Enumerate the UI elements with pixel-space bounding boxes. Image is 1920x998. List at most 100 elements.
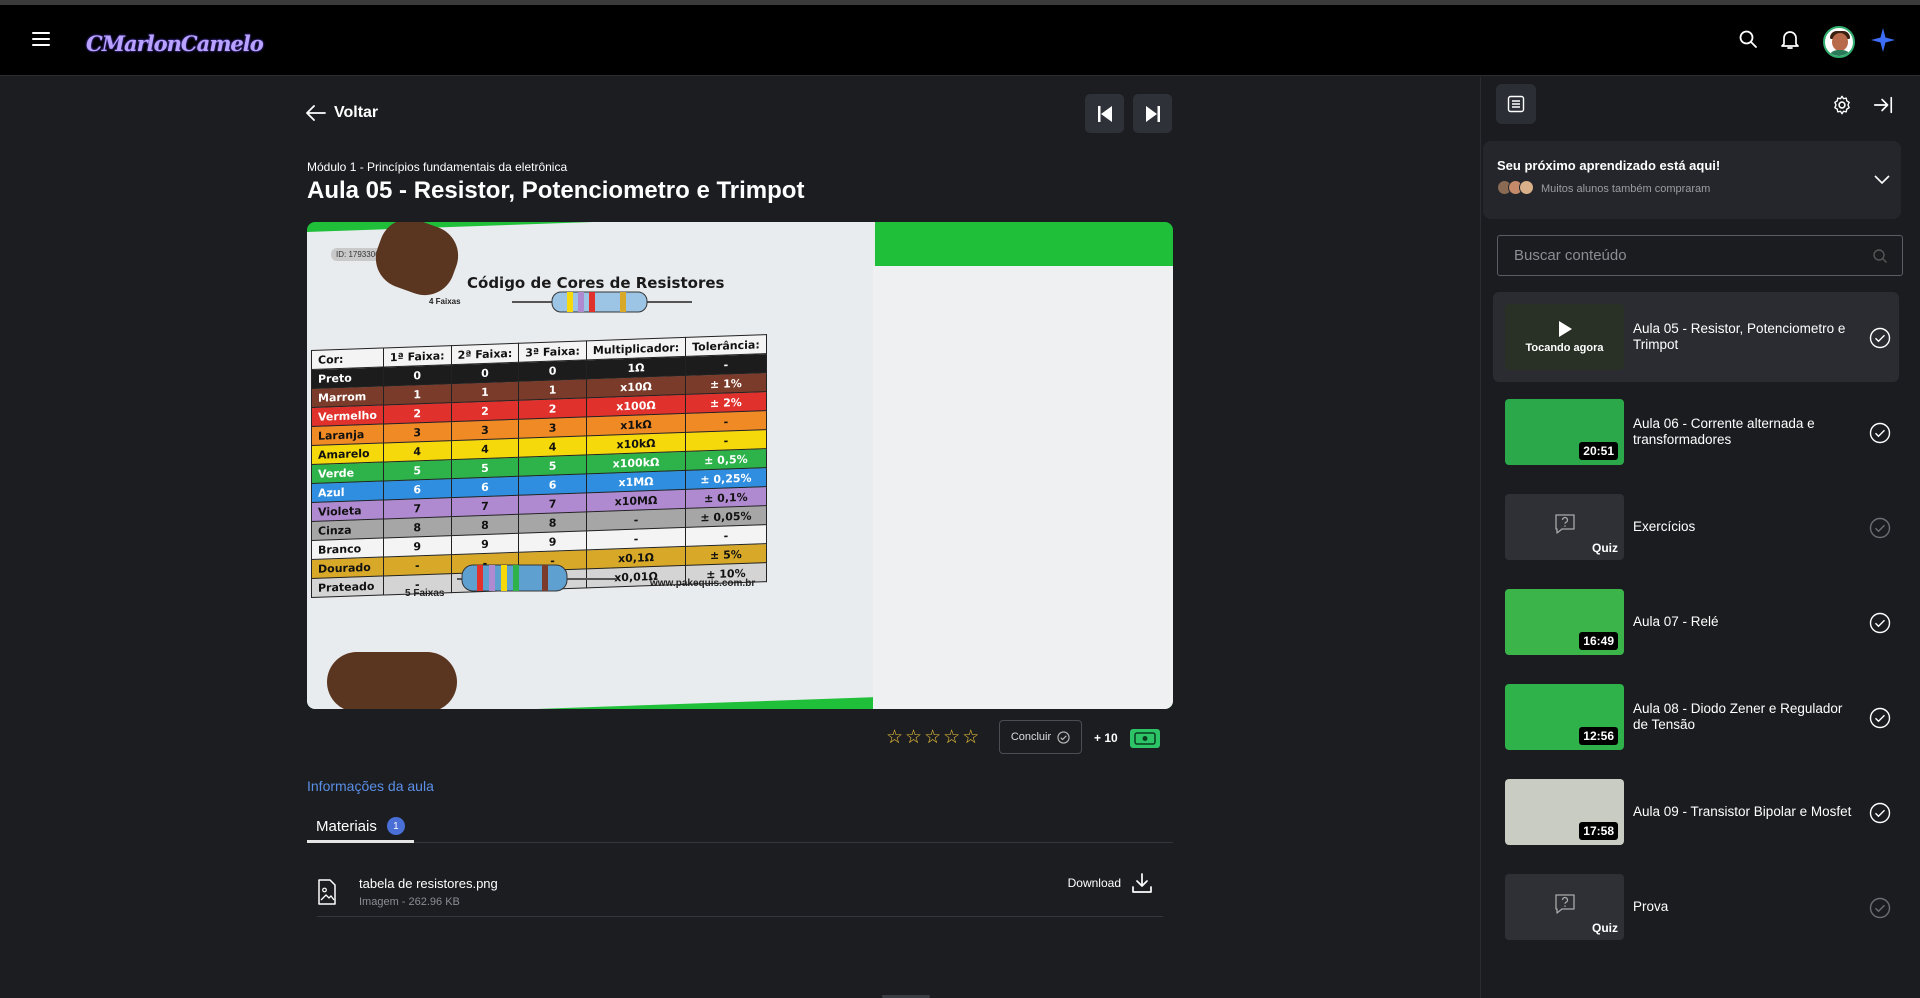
duration-badge: 16:49	[1579, 632, 1618, 650]
table-cell: 3	[383, 421, 452, 443]
resistor-color-table: Cor: 1ª Faixa: 2ª Faixa: 3ª Faixa: Multiplic…	[311, 334, 767, 598]
lesson-info-link[interactable]: Informações da aula	[307, 778, 434, 794]
video-site-label: www.pakequis.com.br	[650, 578, 756, 589]
lesson-thumbnail: 20:51	[1505, 399, 1624, 465]
table-header-cell: 3ª Faixa:	[518, 340, 587, 363]
lesson-item[interactable]: 17:58 Aula 09 - Transistor Bipolar e Mosf…	[1493, 767, 1899, 857]
recommendation-subtitle: Muitos alunos também compraram	[1541, 183, 1711, 195]
table-cell: 6	[383, 478, 452, 500]
check-circle-icon[interactable]	[1869, 517, 1891, 539]
collapse-sidebar-icon[interactable]	[1872, 94, 1894, 116]
table-header-cell: 1ª Faixa:	[383, 345, 452, 367]
table-cell: 5	[451, 457, 519, 479]
star-icon[interactable]: ☆	[905, 728, 922, 747]
ticket-icon	[1130, 729, 1160, 748]
table-cell: 5	[383, 459, 452, 481]
content-search	[1497, 235, 1903, 276]
table-cell: -	[383, 554, 452, 576]
menu-icon[interactable]	[32, 32, 50, 46]
hand-image	[327, 652, 457, 709]
download-button[interactable]: Download	[1068, 872, 1153, 894]
course-sidebar: Seu próximo aprendizado está aqui! Muito…	[1480, 77, 1920, 998]
now-playing-overlay: Tocando agora	[1505, 304, 1624, 370]
star-icon[interactable]: ☆	[886, 728, 903, 747]
star-icon[interactable]: ☆	[943, 728, 960, 747]
table-cell: 7	[451, 495, 519, 517]
download-label: Download	[1067, 876, 1121, 890]
gear-icon[interactable]	[1831, 94, 1853, 116]
table-cell: Dourado	[311, 556, 384, 579]
complete-lesson-button[interactable]: Concluir	[999, 720, 1082, 754]
table-cell: 5	[518, 454, 587, 477]
table-cell: 2	[451, 400, 519, 422]
tab-bar: Materiais 1	[307, 812, 1173, 843]
table-cell: 0	[383, 364, 452, 386]
quiz-label: Quiz	[1592, 541, 1618, 555]
back-button[interactable]: Voltar	[306, 104, 378, 122]
lesson-item[interactable]: 16:49 Aula 07 - Relé	[1493, 577, 1899, 667]
table-cell: Cinza	[311, 518, 384, 541]
table-cell: 7	[518, 492, 587, 515]
lesson-item[interactable]: Quiz Prova	[1493, 862, 1899, 952]
now-playing-label: Tocando agora	[1525, 342, 1604, 354]
table-header-cell: 2ª Faixa:	[451, 343, 519, 365]
star-rating[interactable]: ☆ ☆ ☆ ☆ ☆	[886, 728, 979, 747]
lesson-title: Aula 08 - Diodo Zener e Regulador de Ten…	[1633, 701, 1843, 732]
avatar	[1519, 180, 1534, 195]
table-cell: Violeta	[311, 499, 384, 522]
skip-previous-icon	[1097, 105, 1112, 122]
table-cell: Verde	[311, 461, 384, 484]
video-player[interactable]: ID: 17933068 Código de Cores de Resistor…	[307, 222, 1173, 709]
table-cell: 2	[518, 397, 587, 420]
avatar[interactable]	[1823, 26, 1855, 58]
video-paper-blank	[873, 266, 1173, 709]
lesson-item[interactable]: 20:51 Aula 06 - Corrente alternada e tran…	[1493, 387, 1899, 477]
sparkle-icon[interactable]	[1870, 27, 1896, 53]
lesson-main: Voltar Módulo 1 - Princípios fundamentai…	[0, 77, 1480, 998]
video-4-bands-label: 4 Faixas	[429, 297, 461, 306]
resistor-5-bands-image	[457, 564, 617, 592]
table-cell: 9	[383, 535, 452, 557]
table-cell: 6	[451, 476, 519, 498]
check-circle-icon[interactable]	[1869, 707, 1891, 729]
check-circle-icon[interactable]	[1869, 422, 1891, 444]
material-name: tabela de resistores.png	[359, 876, 498, 891]
lesson-thumbnail: Tocando agora	[1505, 304, 1624, 370]
recommendation-banner[interactable]: Seu próximo aprendizado está aqui! Muito…	[1483, 141, 1901, 219]
table-cell: 0	[451, 362, 519, 384]
search-icon	[1873, 249, 1887, 263]
star-icon[interactable]: ☆	[924, 728, 941, 747]
lesson-thumbnail: 16:49	[1505, 589, 1624, 655]
table-cell: 7	[383, 497, 452, 519]
table-cell: Preto	[311, 366, 384, 389]
tab-materials[interactable]: Materiais 1	[307, 812, 414, 843]
check-circle-icon[interactable]	[1869, 327, 1891, 349]
tab-materials-label: Materiais	[316, 817, 377, 835]
complete-label: Concluir	[1010, 731, 1052, 743]
check-circle-icon[interactable]	[1869, 802, 1891, 824]
bell-icon[interactable]	[1778, 27, 1802, 51]
table-cell: 4	[383, 440, 452, 462]
check-circle-icon[interactable]	[1869, 612, 1891, 634]
module-name: Módulo 1 - Princípios fundamentais da el…	[307, 160, 568, 174]
star-icon[interactable]: ☆	[962, 728, 979, 747]
quiz-thumbnail: Quiz	[1505, 494, 1624, 560]
lesson-thumbnail: 17:58	[1505, 779, 1624, 845]
image-file-icon	[318, 879, 336, 905]
lesson-item[interactable]: Tocando agora Aula 05 - Resistor, Potenci…	[1493, 292, 1899, 382]
table-cell: Branco	[311, 537, 384, 560]
previous-lesson-button[interactable]	[1085, 94, 1124, 133]
check-circle-icon	[1057, 730, 1070, 744]
lesson-item[interactable]: 12:56 Aula 08 - Diodo Zener e Regulador d…	[1493, 672, 1899, 762]
search-icon[interactable]	[1736, 27, 1760, 51]
next-lesson-button[interactable]	[1133, 94, 1172, 133]
lesson-item[interactable]: Quiz Exercícios	[1493, 482, 1899, 572]
check-circle-icon[interactable]	[1869, 897, 1891, 919]
lesson-title: Aula 09 - Transistor Bipolar e Mosfet	[1633, 804, 1852, 819]
logo[interactable]: CMarlonCamelo	[86, 31, 264, 56]
content-search-input[interactable]	[1498, 236, 1902, 275]
content-list-toggle-button[interactable]	[1496, 84, 1536, 124]
table-cell: 6	[518, 473, 587, 496]
table-cell: Amarelo	[311, 442, 384, 465]
quiz-label: Quiz	[1592, 921, 1618, 935]
